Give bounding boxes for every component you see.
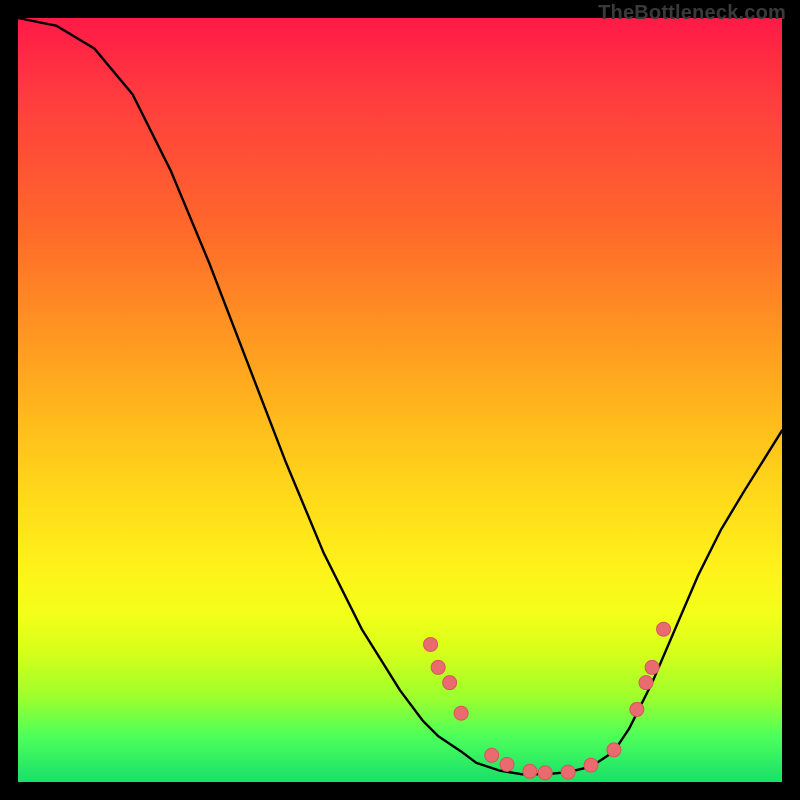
curve-marker (431, 660, 445, 674)
curve-marker (584, 758, 598, 772)
curve-marker (639, 676, 653, 690)
curve-marker (523, 764, 537, 778)
bottleneck-curve (18, 18, 782, 782)
curve-marker (424, 637, 438, 651)
curve-marker (561, 765, 575, 779)
chart-frame: TheBottleneck.com (0, 0, 800, 800)
curve-marker (607, 743, 621, 757)
plot-area (18, 18, 782, 782)
curve-marker (657, 622, 671, 636)
curve-marker (538, 766, 552, 780)
curve-marker (500, 757, 514, 771)
curve-marker (630, 702, 644, 716)
curve-marker (485, 748, 499, 762)
curve-marker (443, 676, 457, 690)
curve-marker (454, 706, 468, 720)
curve-marker (645, 660, 659, 674)
